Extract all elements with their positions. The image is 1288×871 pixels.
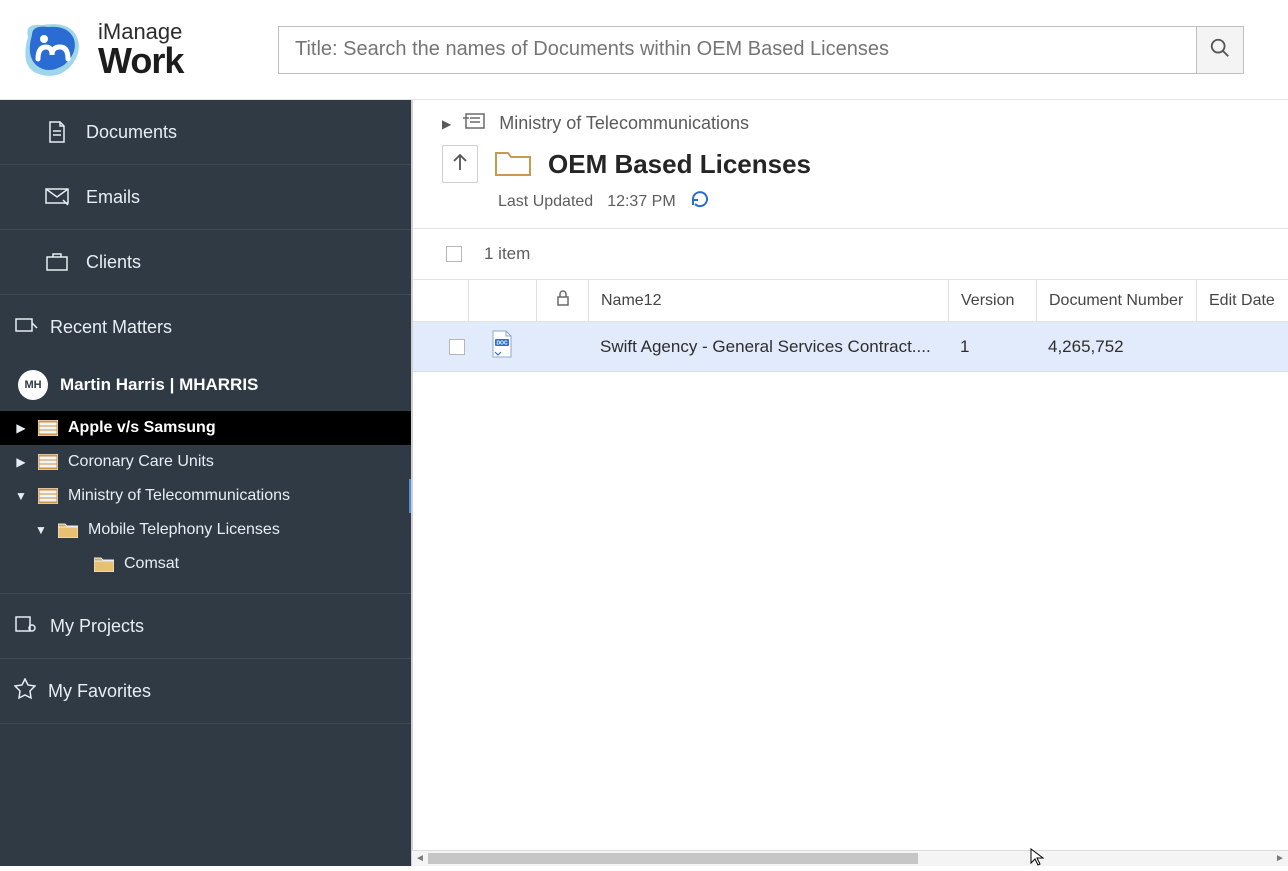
sidebar-item-clients[interactable]: Clients <box>0 230 412 294</box>
table-header: Name12 Version Document Number Edit Date <box>412 280 1288 322</box>
sidebar-section-recent-matters[interactable]: ▼ Recent Matters <box>0 295 412 359</box>
document-icon <box>44 120 70 144</box>
breadcrumb-label: Ministry of Telecommunications <box>499 113 749 134</box>
brand-text: iManage Work <box>98 21 183 79</box>
user-display-name: Martin Harris | MHARRIS <box>60 375 258 395</box>
svg-text:DOC: DOC <box>496 341 508 347</box>
last-updated-time: 12:37 PM <box>607 193 675 211</box>
chevron-down-icon: ▼ <box>34 523 48 537</box>
word-doc-icon: DOC <box>490 330 514 363</box>
sidebar-item-label: Documents <box>86 122 177 143</box>
col-checkbox <box>446 280 468 321</box>
tree-item-mobile-licenses[interactable]: ▼ Mobile Telephony Licenses <box>0 513 412 547</box>
horizontal-scrollbar[interactable]: ◄ ► <box>412 850 1288 866</box>
up-button[interactable] <box>442 145 478 183</box>
folder-icon <box>58 522 78 538</box>
sidebar-item-documents[interactable]: Documents <box>0 100 412 164</box>
avatar: MH <box>18 370 48 400</box>
col-filetype[interactable] <box>468 280 536 321</box>
recent-icon <box>14 315 38 339</box>
row-name: Swift Agency - General Services Contract… <box>600 337 931 357</box>
tree-item-coronary-care[interactable]: ▶ Coronary Care Units <box>0 445 412 479</box>
col-label: Document Number <box>1049 292 1183 310</box>
chevron-right-icon: ▶ <box>14 421 28 435</box>
briefcase-icon <box>44 252 70 272</box>
main-content: ▶ Ministry of Telecommunications OEM Bas… <box>412 100 1288 866</box>
brand-block: iManage Work <box>0 17 278 83</box>
item-count: 1 item <box>484 244 530 264</box>
col-lock[interactable] <box>536 280 588 321</box>
projects-icon <box>14 614 38 638</box>
chevron-right-icon: ▶ <box>14 455 28 469</box>
scroll-left-icon[interactable]: ◄ <box>412 851 428 867</box>
scroll-right-icon[interactable]: ► <box>1272 851 1288 867</box>
refresh-button[interactable] <box>690 189 710 214</box>
chevron-down-icon: ▼ <box>14 489 28 503</box>
search-button[interactable] <box>1196 26 1244 74</box>
sidebar-section-label: Recent Matters <box>50 317 172 338</box>
table-row[interactable]: DOC Swift Agency - General Services Cont… <box>412 322 1288 372</box>
tree-label: Coronary Care Units <box>68 453 214 471</box>
last-updated-label: Last Updated <box>498 193 593 211</box>
folder-icon <box>94 556 114 572</box>
tree-item-comsat[interactable]: Comsat <box>0 547 412 581</box>
sidebar-section-my-projects[interactable]: ▶ My Projects <box>0 594 412 658</box>
col-version[interactable]: Version <box>948 280 1036 321</box>
sidebar-section-label: My Favorites <box>48 681 151 702</box>
app-header: iManage Work <box>0 0 1288 100</box>
email-icon <box>44 188 70 206</box>
last-updated-row: Last Updated 12:37 PM <box>412 183 1288 228</box>
sidebar-user-row[interactable]: MH Martin Harris | MHARRIS <box>0 359 412 411</box>
tree-label: Apple v/s Samsung <box>68 419 216 437</box>
sidebar-item-label: Clients <box>86 252 141 273</box>
scroll-track[interactable] <box>428 851 1272 866</box>
tree-label: Ministry of Telecommunications <box>68 487 290 505</box>
col-edit-date[interactable]: Edit Date <box>1196 280 1288 321</box>
search-icon <box>1209 37 1231 63</box>
matter-icon <box>38 420 58 436</box>
sidebar-section-my-favorites[interactable]: ▶ My Favorites <box>0 659 412 723</box>
tree-item-apple-vs-samsung[interactable]: ▶ Apple v/s Samsung <box>0 411 412 445</box>
star-icon <box>14 678 36 704</box>
tree-item-ministry-telecom[interactable]: ▼ Ministry of Telecommunications <box>0 479 412 513</box>
col-name[interactable]: Name12 <box>588 280 948 321</box>
breadcrumb[interactable]: ▶ Ministry of Telecommunications <box>412 100 1288 135</box>
tree-label: Comsat <box>124 555 179 573</box>
sidebar: Documents Emails Clients ▼ Recent Matter… <box>0 100 412 866</box>
search-input[interactable] <box>278 26 1196 74</box>
col-label: Edit Date <box>1209 292 1275 310</box>
select-all-checkbox[interactable] <box>446 246 462 262</box>
row-docnum: 4,265,752 <box>1048 337 1124 357</box>
search-bar <box>278 26 1288 74</box>
chevron-right-icon: ▶ <box>442 117 451 131</box>
workspace-icon <box>463 112 487 135</box>
col-label: Name12 <box>601 292 661 310</box>
sidebar-section-label: My Projects <box>50 616 144 637</box>
sidebar-item-label: Emails <box>86 187 140 208</box>
lock-icon <box>556 290 570 311</box>
col-label: Version <box>961 292 1014 310</box>
brand-name-bottom: Work <box>98 43 183 79</box>
matter-icon <box>38 488 58 504</box>
arrow-up-icon <box>452 153 468 175</box>
page-title: OEM Based Licenses <box>548 149 811 180</box>
row-version: 1 <box>960 337 969 357</box>
matter-icon <box>38 454 58 470</box>
brand-logo-icon <box>18 17 84 83</box>
sidebar-item-emails[interactable]: Emails <box>0 165 412 229</box>
folder-icon <box>494 147 532 181</box>
item-count-bar: 1 item <box>412 228 1288 280</box>
col-document-number[interactable]: Document Number <box>1036 280 1196 321</box>
row-checkbox[interactable] <box>449 339 465 355</box>
tree-label: Mobile Telephony Licenses <box>88 521 280 539</box>
scroll-thumb[interactable] <box>428 853 918 864</box>
